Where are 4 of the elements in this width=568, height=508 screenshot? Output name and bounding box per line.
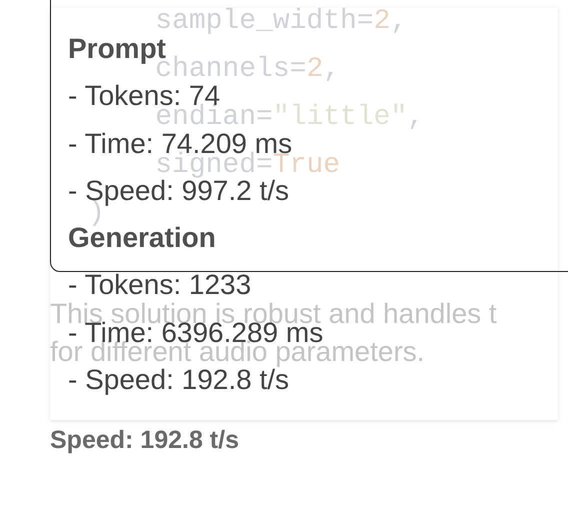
stat-line: - Tokens: 1233 [68,270,252,300]
stat-line: - Speed: 192.8 t/s [68,365,290,396]
speed-label: Speed: 192.8 t/s [50,426,239,455]
tooltip-heading: Generation [68,223,216,254]
